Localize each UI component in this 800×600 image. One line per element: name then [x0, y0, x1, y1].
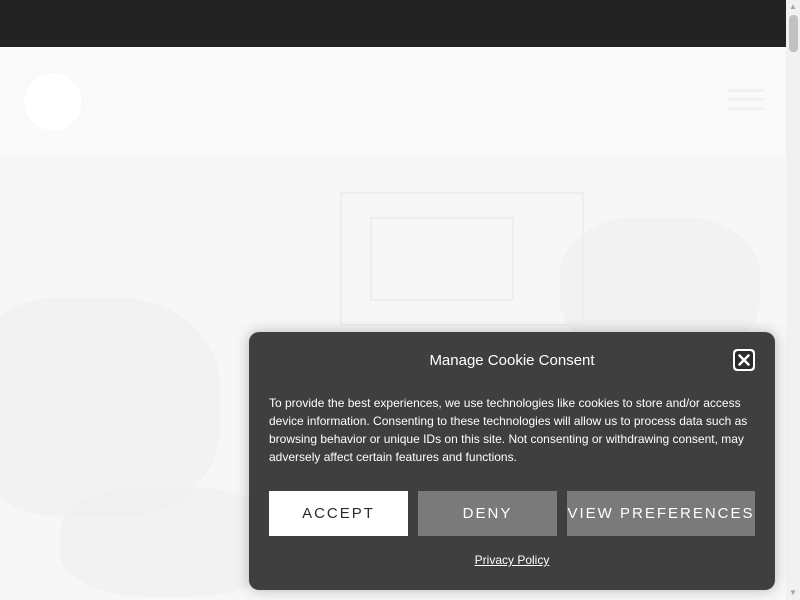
top-bar — [0, 0, 786, 47]
site-header — [0, 47, 786, 157]
scroll-down-arrow-icon[interactable]: ▼ — [786, 586, 800, 600]
accept-button[interactable]: ACCEPT — [269, 491, 408, 536]
hamburger-menu-icon[interactable] — [727, 89, 765, 117]
hero-decor — [370, 217, 514, 301]
privacy-policy-link[interactable]: Privacy Policy — [249, 553, 775, 567]
scroll-up-arrow-icon[interactable]: ▲ — [786, 0, 800, 14]
dialog-title: Manage Cookie Consent — [429, 352, 595, 369]
deny-button[interactable]: DENY — [418, 491, 557, 536]
vertical-scrollbar[interactable]: ▲ ▼ — [786, 0, 800, 600]
dialog-body-text: To provide the best experiences, we use … — [269, 396, 748, 464]
close-icon[interactable] — [733, 349, 755, 371]
hero-decor — [60, 487, 280, 597]
cookie-consent-dialog: Manage Cookie Consent To provide the bes… — [249, 332, 775, 590]
view-preferences-button[interactable]: VIEW PREFERENCES — [567, 491, 755, 536]
scroll-thumb[interactable] — [789, 15, 798, 52]
logo-emblem[interactable] — [24, 73, 82, 131]
hero-decor — [0, 297, 220, 517]
